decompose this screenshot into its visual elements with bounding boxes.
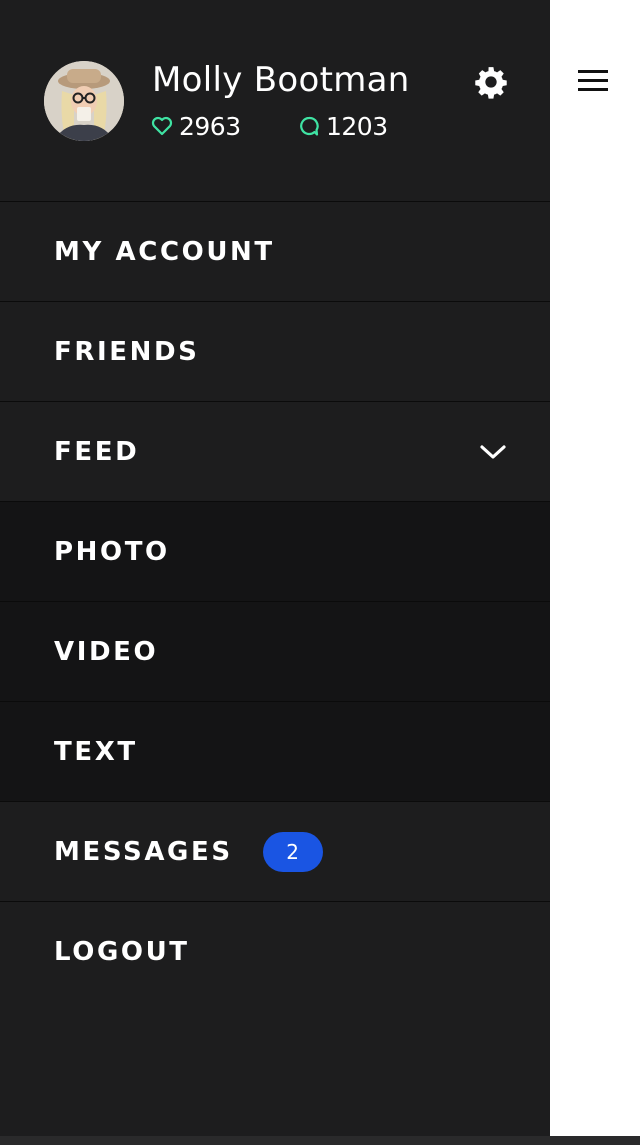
comments-count: 1203 xyxy=(326,111,388,141)
menu-item-label: LOGOUT xyxy=(54,937,190,967)
menu-toggle-button[interactable] xyxy=(578,68,610,94)
profile-header: Molly Bootman 2963 1203 xyxy=(0,0,550,202)
menu-item-label: PHOTO xyxy=(54,536,170,567)
avatar[interactable] xyxy=(44,61,124,141)
submenu-item-video[interactable]: VIDEO xyxy=(0,602,550,702)
heart-icon xyxy=(151,116,173,136)
menu-item-label: VIDEO xyxy=(54,636,159,667)
avatar-image xyxy=(44,61,124,141)
navigation-drawer: Molly Bootman 2963 1203 MY ACCOUNT FRIEN… xyxy=(0,0,550,1136)
comment-bubble-icon xyxy=(300,116,319,136)
submenu-item-photo[interactable]: PHOTO xyxy=(0,502,550,602)
user-name: Molly Bootman xyxy=(152,60,410,100)
settings-button[interactable] xyxy=(474,65,508,99)
gear-icon xyxy=(475,67,507,99)
hamburger-icon-line xyxy=(578,79,608,82)
bottom-bar xyxy=(0,1136,640,1145)
menu-item-messages[interactable]: MESSAGES 2 xyxy=(0,802,550,902)
submenu-item-text[interactable]: TEXT xyxy=(0,702,550,802)
chevron-down-icon[interactable] xyxy=(478,442,508,462)
unread-badge: 2 xyxy=(262,831,323,872)
likes-stat: 2963 xyxy=(151,110,241,142)
likes-count: 2963 xyxy=(179,111,241,141)
menu-item-my-account[interactable]: MY ACCOUNT xyxy=(0,202,550,302)
menu-item-label: MY ACCOUNT xyxy=(54,236,275,267)
menu-item-label: FRIENDS xyxy=(54,336,200,367)
comments-stat: 1203 xyxy=(298,110,388,142)
menu-item-logout[interactable]: LOGOUT xyxy=(0,902,550,1002)
hamburger-icon-line xyxy=(578,70,608,73)
hamburger-icon-line xyxy=(578,88,608,91)
menu-item-label: FEED xyxy=(54,436,140,467)
menu-item-label: MESSAGES xyxy=(54,836,233,867)
menu-item-feed[interactable]: FEED xyxy=(0,402,550,502)
menu-item-label: TEXT xyxy=(54,736,138,767)
menu-item-friends[interactable]: FRIENDS xyxy=(0,302,550,402)
